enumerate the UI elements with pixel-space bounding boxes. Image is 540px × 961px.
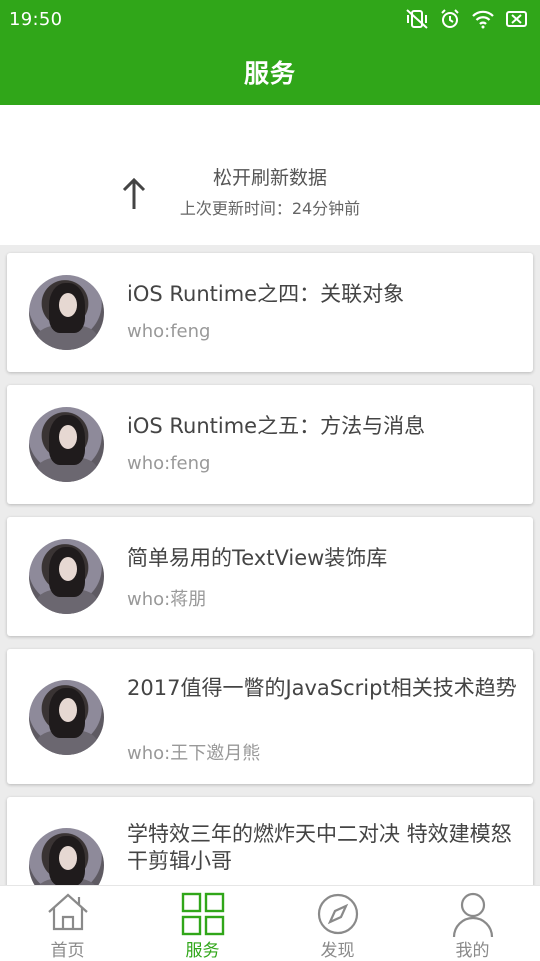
list-item[interactable]: iOS Runtime之四：关联对象 who:feng — [7, 253, 533, 372]
avatar — [29, 539, 104, 614]
article-title: iOS Runtime之四：关联对象 — [127, 282, 405, 306]
tab-label: 发现 — [320, 941, 355, 961]
wifi-icon — [471, 9, 495, 29]
vibrate-off-icon — [405, 9, 429, 29]
refresh-message: 松开刷新数据 — [212, 167, 327, 189]
alarm-icon — [440, 9, 460, 29]
tab-label: 首页 — [50, 941, 85, 961]
arrow-up-icon — [121, 177, 147, 215]
tab-home[interactable]: 首页 — [0, 886, 135, 961]
status-icons — [405, 9, 528, 29]
avatar — [29, 680, 104, 755]
article-author: who:王下邀月熊 — [127, 743, 261, 764]
article-author: who:feng — [127, 453, 211, 474]
tab-discover[interactable]: 发现 — [270, 886, 405, 961]
tab-label: 我的 — [455, 941, 490, 961]
article-title: iOS Runtime之五：方法与消息 — [127, 414, 426, 438]
article-title: 学特效三年的燃炸天中二对决 特效建模怒干剪辑小哥 — [127, 822, 512, 873]
tab-me[interactable]: 我的 — [405, 886, 540, 961]
list-item[interactable]: 2017值得一瞥的JavaScript相关技术趋势 who:王下邀月熊 — [7, 649, 533, 784]
refresh-last-updated: 上次更新时间：24分钟前 — [179, 199, 361, 218]
compass-icon — [270, 892, 405, 936]
article-author: who:蒋朋 — [127, 589, 207, 610]
status-time: 19:50 — [9, 8, 63, 30]
avatar — [29, 407, 104, 482]
list-item[interactable]: 简单易用的TextView装饰库 who:蒋朋 — [7, 517, 533, 636]
tab-label: 服务 — [185, 941, 220, 961]
status-bar: 19:50 — [0, 0, 540, 38]
app-header: 服务 — [0, 38, 540, 105]
article-author: who:feng — [127, 321, 211, 342]
page-title: 服务 — [243, 58, 296, 88]
avatar — [29, 275, 104, 350]
battery-icon — [506, 10, 528, 28]
home-icon — [0, 892, 135, 932]
refresh-text: 松开刷新数据 上次更新时间：24分钟前 — [170, 163, 370, 223]
pull-to-refresh: 松开刷新数据 上次更新时间：24分钟前 — [0, 105, 540, 245]
bottom-tab-bar: 首页 服务 发现 我的 — [0, 885, 540, 961]
tab-services[interactable]: 服务 — [135, 886, 270, 961]
list-item[interactable]: iOS Runtime之五：方法与消息 who:feng — [7, 385, 533, 504]
article-title: 2017值得一瞥的JavaScript相关技术趋势 — [127, 676, 517, 700]
article-title: 简单易用的TextView装饰库 — [127, 546, 388, 570]
grid-icon — [135, 892, 270, 936]
person-icon — [405, 892, 540, 938]
